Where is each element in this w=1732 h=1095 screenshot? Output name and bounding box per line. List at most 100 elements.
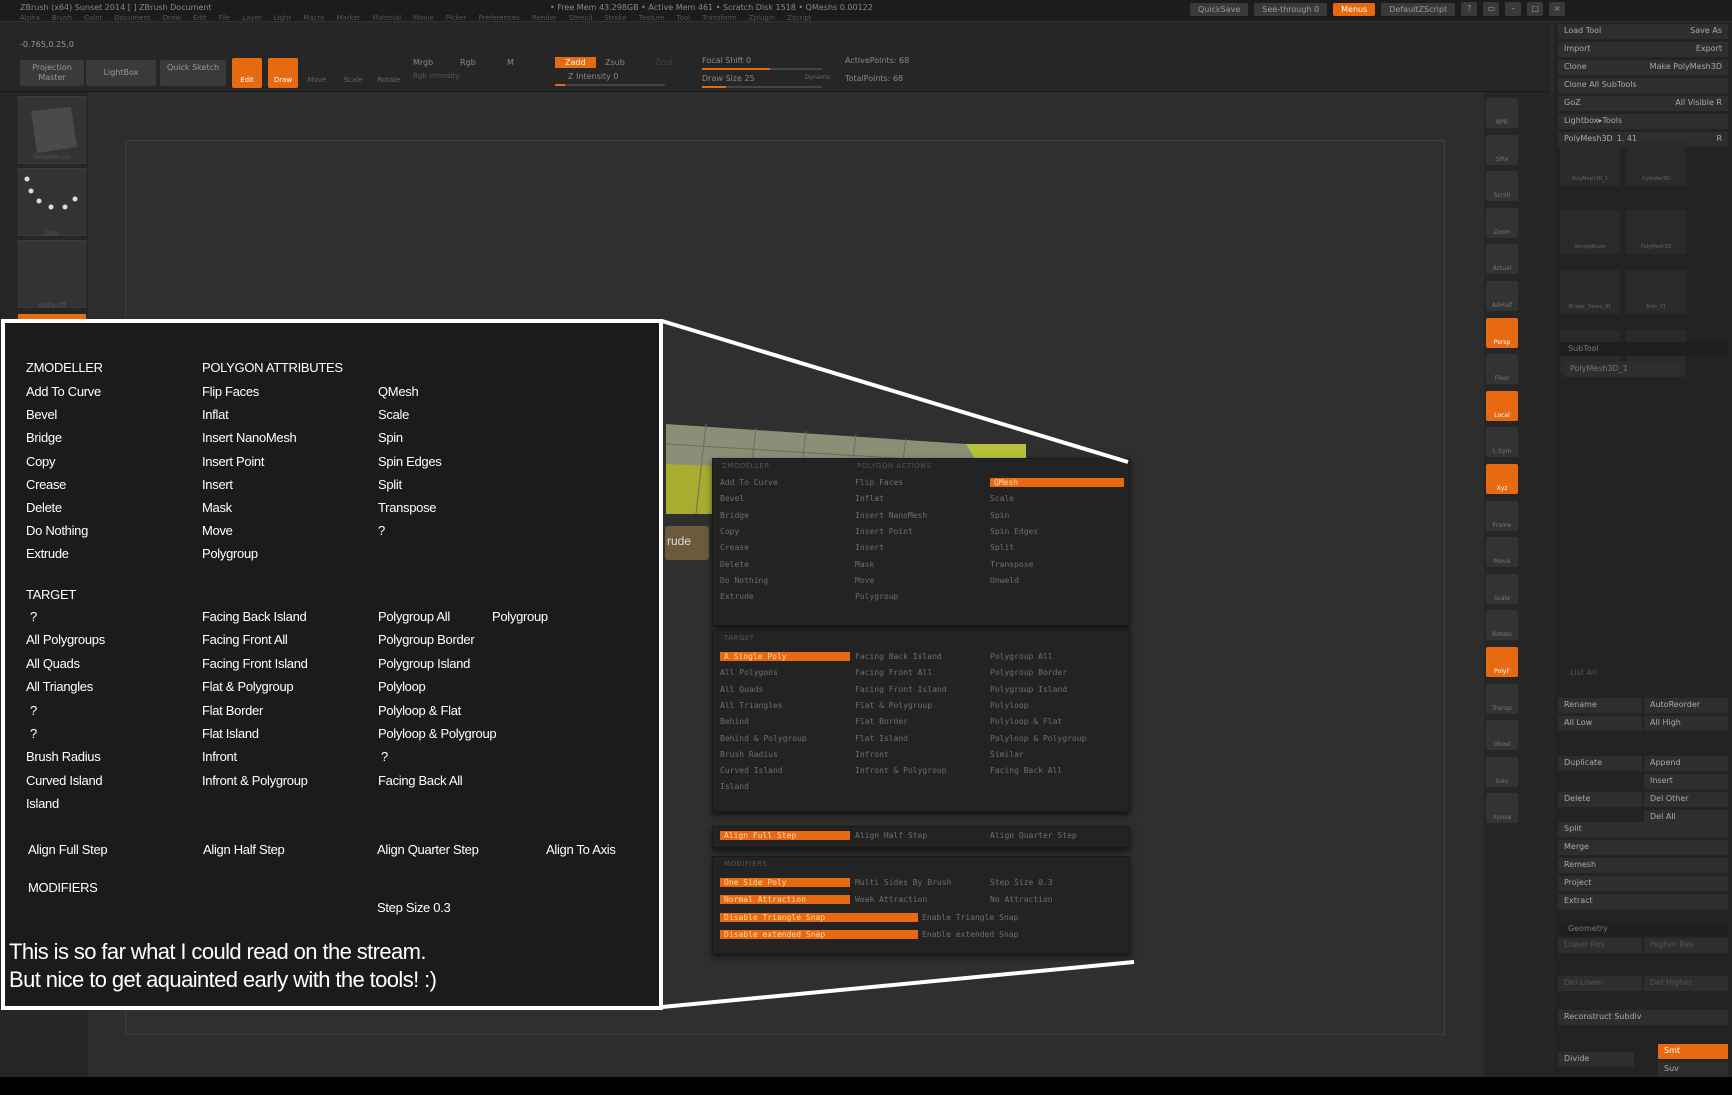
zm-target-item[interactable]: Curved Island — [720, 766, 783, 775]
help-icon[interactable]: ? — [1461, 2, 1478, 16]
zm-target-item[interactable]: Behind — [720, 717, 749, 726]
tool-thumbnail[interactable]: SimpleBrush — [1560, 210, 1620, 254]
zm-action-item[interactable]: Crease — [720, 543, 749, 552]
edit-button[interactable]: Edit — [232, 58, 262, 88]
zm-target-item[interactable]: All Polygons — [720, 668, 778, 677]
stroke-thumbnail[interactable] — [18, 168, 86, 236]
zm-target-item[interactable]: Infront — [855, 750, 889, 759]
menu-alpha[interactable]: Alpha — [20, 14, 40, 22]
zm-modifier-item[interactable]: Disable extended Snap — [720, 929, 918, 939]
all-high-button[interactable]: All High — [1644, 716, 1728, 731]
z-intensity-slider[interactable]: Z Intensity 0 — [568, 72, 618, 81]
zm-action-item[interactable]: Polygroup — [855, 592, 898, 601]
rail-bpr-button[interactable]: BPR — [1486, 98, 1518, 128]
tool-thumbnail[interactable]: Arko_01 — [1626, 270, 1686, 314]
geometry-header[interactable]: Geometry — [1558, 922, 1728, 936]
tool-row-right[interactable]: Make PolyMesh3D — [1650, 62, 1722, 73]
smt-toggle[interactable]: Smt — [1658, 1044, 1728, 1059]
zm-action-item[interactable]: Insert NanoMesh — [855, 511, 927, 520]
rotate-button[interactable]: Rotate — [374, 58, 404, 88]
menu-marker[interactable]: Marker — [336, 14, 360, 22]
autoreorder-button[interactable]: AutoReorder — [1644, 698, 1728, 713]
layout-icon[interactable]: ▭ — [1483, 2, 1500, 16]
rail-rotate-button[interactable]: Rotate — [1486, 610, 1518, 641]
menu-stencil[interactable]: Stencil — [569, 14, 593, 22]
zm-target-item[interactable]: Polygroup Island — [990, 685, 1067, 694]
lower-res-button[interactable]: Lower Res — [1558, 938, 1642, 953]
reconstruct-subdiv-button[interactable]: Reconstruct Subdiv — [1558, 1010, 1728, 1025]
menu-layer[interactable]: Layer — [242, 14, 262, 22]
rail-aahalf-button[interactable]: AAHalf — [1486, 281, 1518, 311]
zm-action-item[interactable]: Move — [855, 576, 874, 585]
zm-action-item[interactable]: Do Nothing — [720, 576, 768, 585]
menu-texture[interactable]: Texture — [639, 14, 665, 22]
zm-modifier-item[interactable]: Enable extended Snap — [922, 930, 1018, 939]
zm-target-item[interactable]: Flat Border — [855, 717, 908, 726]
maximize-icon[interactable]: □ — [1527, 2, 1544, 16]
zm-align-item[interactable]: Align Half Step — [855, 831, 927, 840]
zm-target-item[interactable]: Facing Front Island — [855, 685, 947, 694]
duplicate-button[interactable]: Duplicate — [1558, 756, 1642, 771]
zm-action-item[interactable]: Add To Curve — [720, 478, 778, 487]
zm-target-item[interactable]: All Triangles — [720, 701, 783, 710]
zm-action-item[interactable]: Mask — [855, 560, 874, 569]
rail-polyf-button[interactable]: PolyF — [1486, 647, 1518, 677]
scale-button[interactable]: Scale — [338, 58, 368, 88]
zm-target-item[interactable]: Brush Radius — [720, 750, 778, 759]
zm-target-item[interactable]: Polyloop — [990, 701, 1029, 710]
tool-thumbnail[interactable]: PolyMesh3D_1 — [1560, 142, 1620, 186]
zm-align-item[interactable]: Align Quarter Step — [990, 831, 1077, 840]
menu-tool[interactable]: Tool — [676, 14, 690, 22]
mrgb-button[interactable]: Mrgb — [413, 58, 433, 67]
zm-target-item[interactable]: Facing Back All — [990, 766, 1062, 775]
menu-movie[interactable]: Movie — [413, 14, 434, 22]
list-all-button[interactable]: List All — [1564, 666, 1684, 681]
merge-button[interactable]: Merge — [1558, 840, 1728, 855]
zm-target-item[interactable]: Flat & Polygroup — [855, 701, 932, 710]
tool-thumbnail[interactable]: PolyMesh3D — [1626, 210, 1686, 254]
zm-action-item[interactable]: Spin Edges — [990, 527, 1038, 536]
zm-target-item[interactable]: Infront & Polygroup — [855, 766, 947, 775]
rail-spix-button[interactable]: SPix — [1486, 134, 1518, 165]
zm-action-item[interactable]: Copy — [720, 527, 739, 536]
menu-material[interactable]: Material — [373, 14, 401, 22]
zm-action-item[interactable]: QMesh — [990, 478, 1124, 487]
remesh-button[interactable]: Remesh — [1558, 858, 1728, 873]
rail-xyz-button[interactable]: Xyz — [1486, 464, 1518, 494]
draw-size-track[interactable] — [702, 86, 822, 88]
zm-target-item[interactable]: Island — [720, 782, 749, 791]
menu-zplugin[interactable]: Zplugin — [749, 14, 775, 22]
zm-target-item[interactable]: Facing Back Island — [855, 652, 942, 661]
zm-modifier-item[interactable]: No Attraction — [990, 895, 1053, 904]
tool-row-left[interactable]: Clone — [1564, 62, 1587, 73]
zm-target-item[interactable]: Polyloop & Flat — [990, 717, 1062, 726]
rgb-button[interactable]: Rgb — [460, 58, 476, 67]
zm-modifier-item[interactable]: Weak Attraction — [855, 895, 927, 904]
append-button[interactable]: Append — [1644, 756, 1728, 771]
rail-scroll-button[interactable]: Scroll — [1486, 171, 1518, 202]
see-through-slider[interactable]: See-through 0 — [1254, 2, 1328, 16]
menus-button[interactable]: Menus — [1333, 2, 1376, 16]
insert-button[interactable]: Insert — [1644, 774, 1728, 789]
menu-macro[interactable]: Macro — [303, 14, 324, 22]
menu-edit[interactable]: Edit — [193, 14, 207, 22]
zm-action-item[interactable]: Flip Faces — [855, 478, 903, 487]
menu-file[interactable]: File — [219, 14, 231, 22]
zm-target-item[interactable]: All Quads — [720, 685, 763, 694]
zm-target-item[interactable]: Flat Island — [855, 734, 908, 743]
all-low-button[interactable]: All Low — [1558, 716, 1642, 731]
zm-target-item[interactable]: Similar — [990, 750, 1024, 759]
zm-target-item[interactable]: Polygroup Border — [990, 668, 1067, 677]
m-button[interactable]: M — [507, 58, 514, 67]
del-other-button[interactable]: Del Other — [1644, 792, 1728, 807]
split-button[interactable]: Split — [1558, 822, 1728, 837]
zm-action-item[interactable]: Extrude — [720, 592, 754, 601]
tool-row-right[interactable]: Export — [1696, 44, 1722, 55]
rail-transp-button[interactable]: Transp — [1486, 683, 1518, 714]
zm-target-item[interactable]: Polygroup All — [990, 652, 1053, 661]
alpha-thumbnail[interactable] — [18, 240, 86, 308]
zm-action-item[interactable]: Transpose — [990, 560, 1033, 569]
zm-modifier-item[interactable]: Step Size 0.3 — [990, 878, 1053, 887]
rail-lsym-button[interactable]: L.Sym — [1486, 427, 1518, 458]
delete-button[interactable]: Delete — [1558, 792, 1642, 807]
